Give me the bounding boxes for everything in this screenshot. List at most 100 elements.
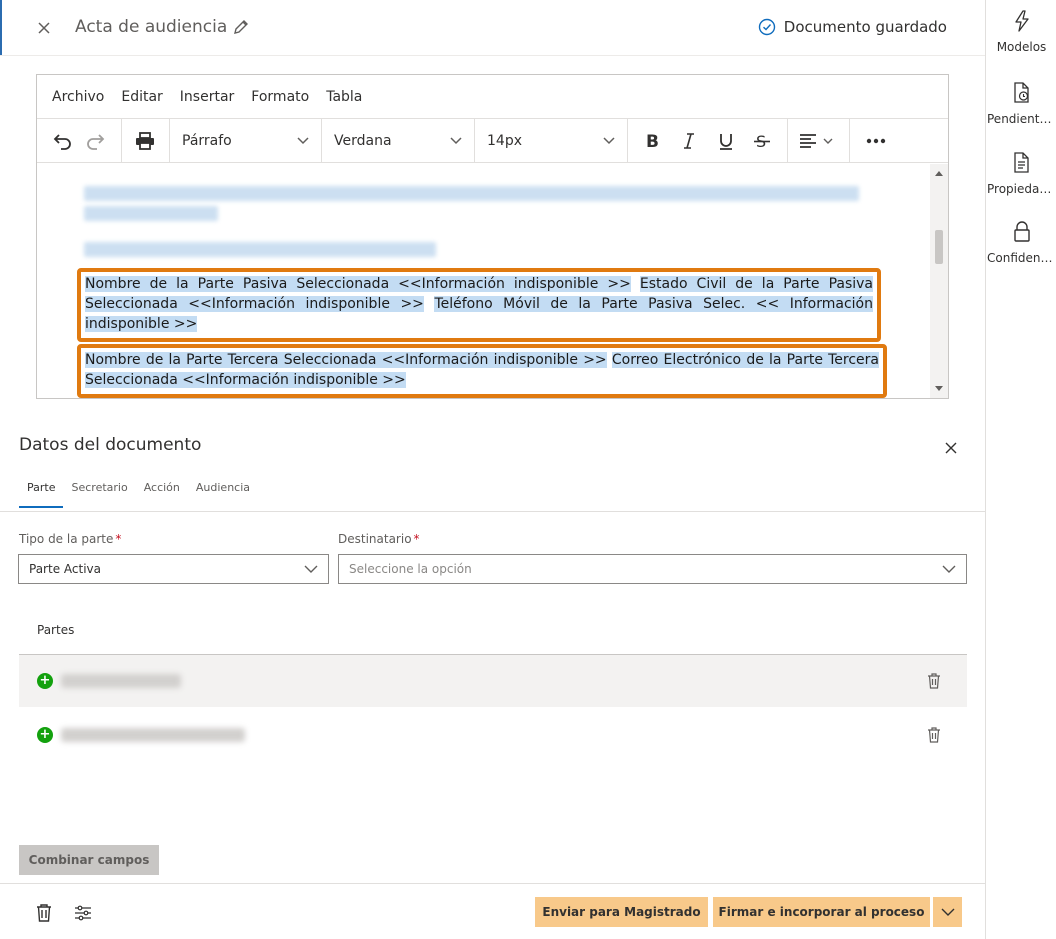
chevron-down-icon: [603, 136, 615, 144]
rail-item-pendientes[interactable]: Pendiente…: [987, 82, 1056, 126]
menu-archivo[interactable]: Archivo: [52, 89, 104, 105]
trash-icon[interactable]: [927, 726, 941, 743]
rail-item-propiedades[interactable]: Propieda…: [987, 152, 1056, 196]
editor-scrollbar[interactable]: [930, 164, 948, 398]
redo-icon: [87, 133, 105, 150]
tab-secretario[interactable]: Secretario: [63, 476, 135, 508]
delete-icon[interactable]: [34, 903, 54, 923]
close-button[interactable]: [30, 14, 58, 42]
settings-sliders-icon[interactable]: [73, 903, 93, 923]
rail-label: Confidenc…: [987, 251, 1056, 265]
list-item[interactable]: +: [19, 708, 967, 761]
font-size-select-value: 14px: [487, 132, 522, 149]
pasiva-paragraph: Nombre de la Parte Pasiva Seleccionada <…: [85, 274, 874, 334]
font-select[interactable]: Verdana: [322, 119, 475, 162]
align-left-icon: [800, 133, 833, 148]
redacted-text: [84, 242, 436, 257]
redacted-text: [84, 186, 859, 201]
destinatario-placeholder: Seleccione la opción: [349, 562, 472, 576]
menu-editar[interactable]: Editar: [121, 89, 162, 105]
menu-insertar[interactable]: Insertar: [180, 89, 235, 105]
tipo-parte-select[interactable]: Parte Activa: [18, 554, 329, 584]
font-select-value: Verdana: [334, 132, 392, 149]
paragraph-select-value: Párrafo: [182, 132, 232, 149]
rail-item-modelos[interactable]: Modelos: [987, 10, 1056, 54]
italic-icon: [684, 132, 695, 149]
menu-formato[interactable]: Formato: [251, 89, 309, 105]
header: Acta de audiencia Documento guardado: [0, 0, 985, 56]
print-button[interactable]: [129, 125, 161, 157]
footer: Enviar para Magistrado Firmar e incorpor…: [0, 883, 985, 939]
tipo-parte-label: Tipo de la parte *: [19, 532, 121, 546]
tercera-name-field: Nombre de la Parte Tercera Seleccionada …: [85, 352, 607, 368]
add-circle-icon[interactable]: +: [37, 726, 53, 743]
redacted-text: [61, 727, 245, 742]
chevron-down-icon: [450, 136, 462, 144]
pencil-icon: [234, 20, 248, 34]
partes-heading: Partes: [37, 623, 75, 637]
tab-parte[interactable]: Parte: [19, 476, 64, 508]
scroll-down-arrow[interactable]: [935, 386, 943, 391]
combine-fields-button[interactable]: Combinar campos: [19, 845, 159, 875]
scroll-up-arrow[interactable]: [935, 171, 943, 176]
panel-close-button[interactable]: [940, 437, 962, 459]
strikethrough-icon: S: [753, 132, 770, 150]
chevron-down-icon: [297, 136, 309, 144]
list-item[interactable]: +: [19, 654, 967, 707]
editor-toolbar: Párrafo Verdana 14px B S: [37, 119, 948, 163]
redacted-text: [84, 206, 218, 221]
history-group: [37, 119, 122, 162]
italic-button[interactable]: [674, 125, 704, 157]
edit-title-button[interactable]: [232, 18, 252, 38]
highlighted-block-tercera: Nombre de la Parte Tercera Seleccionada …: [77, 344, 887, 398]
send-to-magistrate-button[interactable]: Enviar para Magistrado: [535, 897, 708, 927]
tipo-parte-label-text: Tipo de la parte: [19, 532, 114, 546]
highlighted-block-pasiva: Nombre de la Parte Pasiva Seleccionada <…: [77, 268, 881, 342]
sign-options-dropdown[interactable]: [933, 897, 962, 927]
strikethrough-button[interactable]: S: [747, 125, 777, 157]
editor-menubar: Archivo Editar Insertar Formato Tabla: [37, 75, 948, 119]
destinatario-select[interactable]: Seleccione la opción: [338, 554, 967, 584]
tab-accion[interactable]: Acción: [136, 476, 188, 508]
lightning-icon: [1014, 10, 1029, 32]
chevron-down-icon: [941, 908, 954, 916]
print-group: [122, 119, 170, 162]
tercera-paragraph: Nombre de la Parte Tercera Seleccionada …: [85, 350, 880, 390]
properties-document-icon: [1013, 152, 1029, 173]
scroll-thumb[interactable]: [935, 230, 943, 264]
saved-status: Documento guardado: [758, 18, 947, 36]
undo-button[interactable]: [47, 125, 79, 157]
pending-document-icon: [1013, 82, 1029, 103]
close-icon: [38, 22, 50, 34]
print-icon: [136, 131, 154, 150]
rail-item-confidencial[interactable]: Confidenc…: [987, 221, 1056, 265]
required-mark: *: [413, 532, 420, 546]
more-group: [850, 119, 902, 162]
chevron-down-icon: [304, 565, 318, 573]
rail-label: Modelos: [996, 40, 1047, 54]
align-button[interactable]: [796, 125, 840, 157]
destinatario-label-text: Destinatario: [338, 532, 412, 546]
editor-content[interactable]: Nombre de la Parte Pasiva Seleccionada <…: [37, 164, 930, 398]
sign-and-incorporate-button[interactable]: Firmar e incorporar al proceso: [713, 897, 930, 927]
menu-tabla[interactable]: Tabla: [326, 89, 362, 105]
more-options-button[interactable]: [860, 125, 892, 157]
right-rail: Modelos Pendiente… Propieda… Confidenc…: [987, 0, 1056, 939]
underline-icon: [719, 133, 732, 150]
redacted-text: [61, 674, 181, 688]
bold-button[interactable]: B: [638, 125, 668, 157]
bold-icon: B: [646, 132, 659, 150]
paragraph-select[interactable]: Párrafo: [170, 119, 322, 162]
tab-audiencia[interactable]: Audiencia: [188, 476, 258, 508]
chevron-down-icon: [942, 565, 956, 573]
font-size-select[interactable]: 14px: [475, 119, 628, 162]
trash-icon[interactable]: [927, 673, 941, 689]
add-circle-icon[interactable]: +: [37, 673, 53, 689]
rich-text-editor: Archivo Editar Insertar Formato Tabla Pá…: [36, 74, 949, 399]
close-icon: [945, 442, 957, 454]
format-group: B S: [628, 119, 788, 162]
underline-button[interactable]: [711, 125, 741, 157]
rail-label: Propieda…: [987, 182, 1052, 196]
redo-button[interactable]: [79, 125, 111, 157]
rail-label: Pendiente…: [987, 112, 1056, 126]
